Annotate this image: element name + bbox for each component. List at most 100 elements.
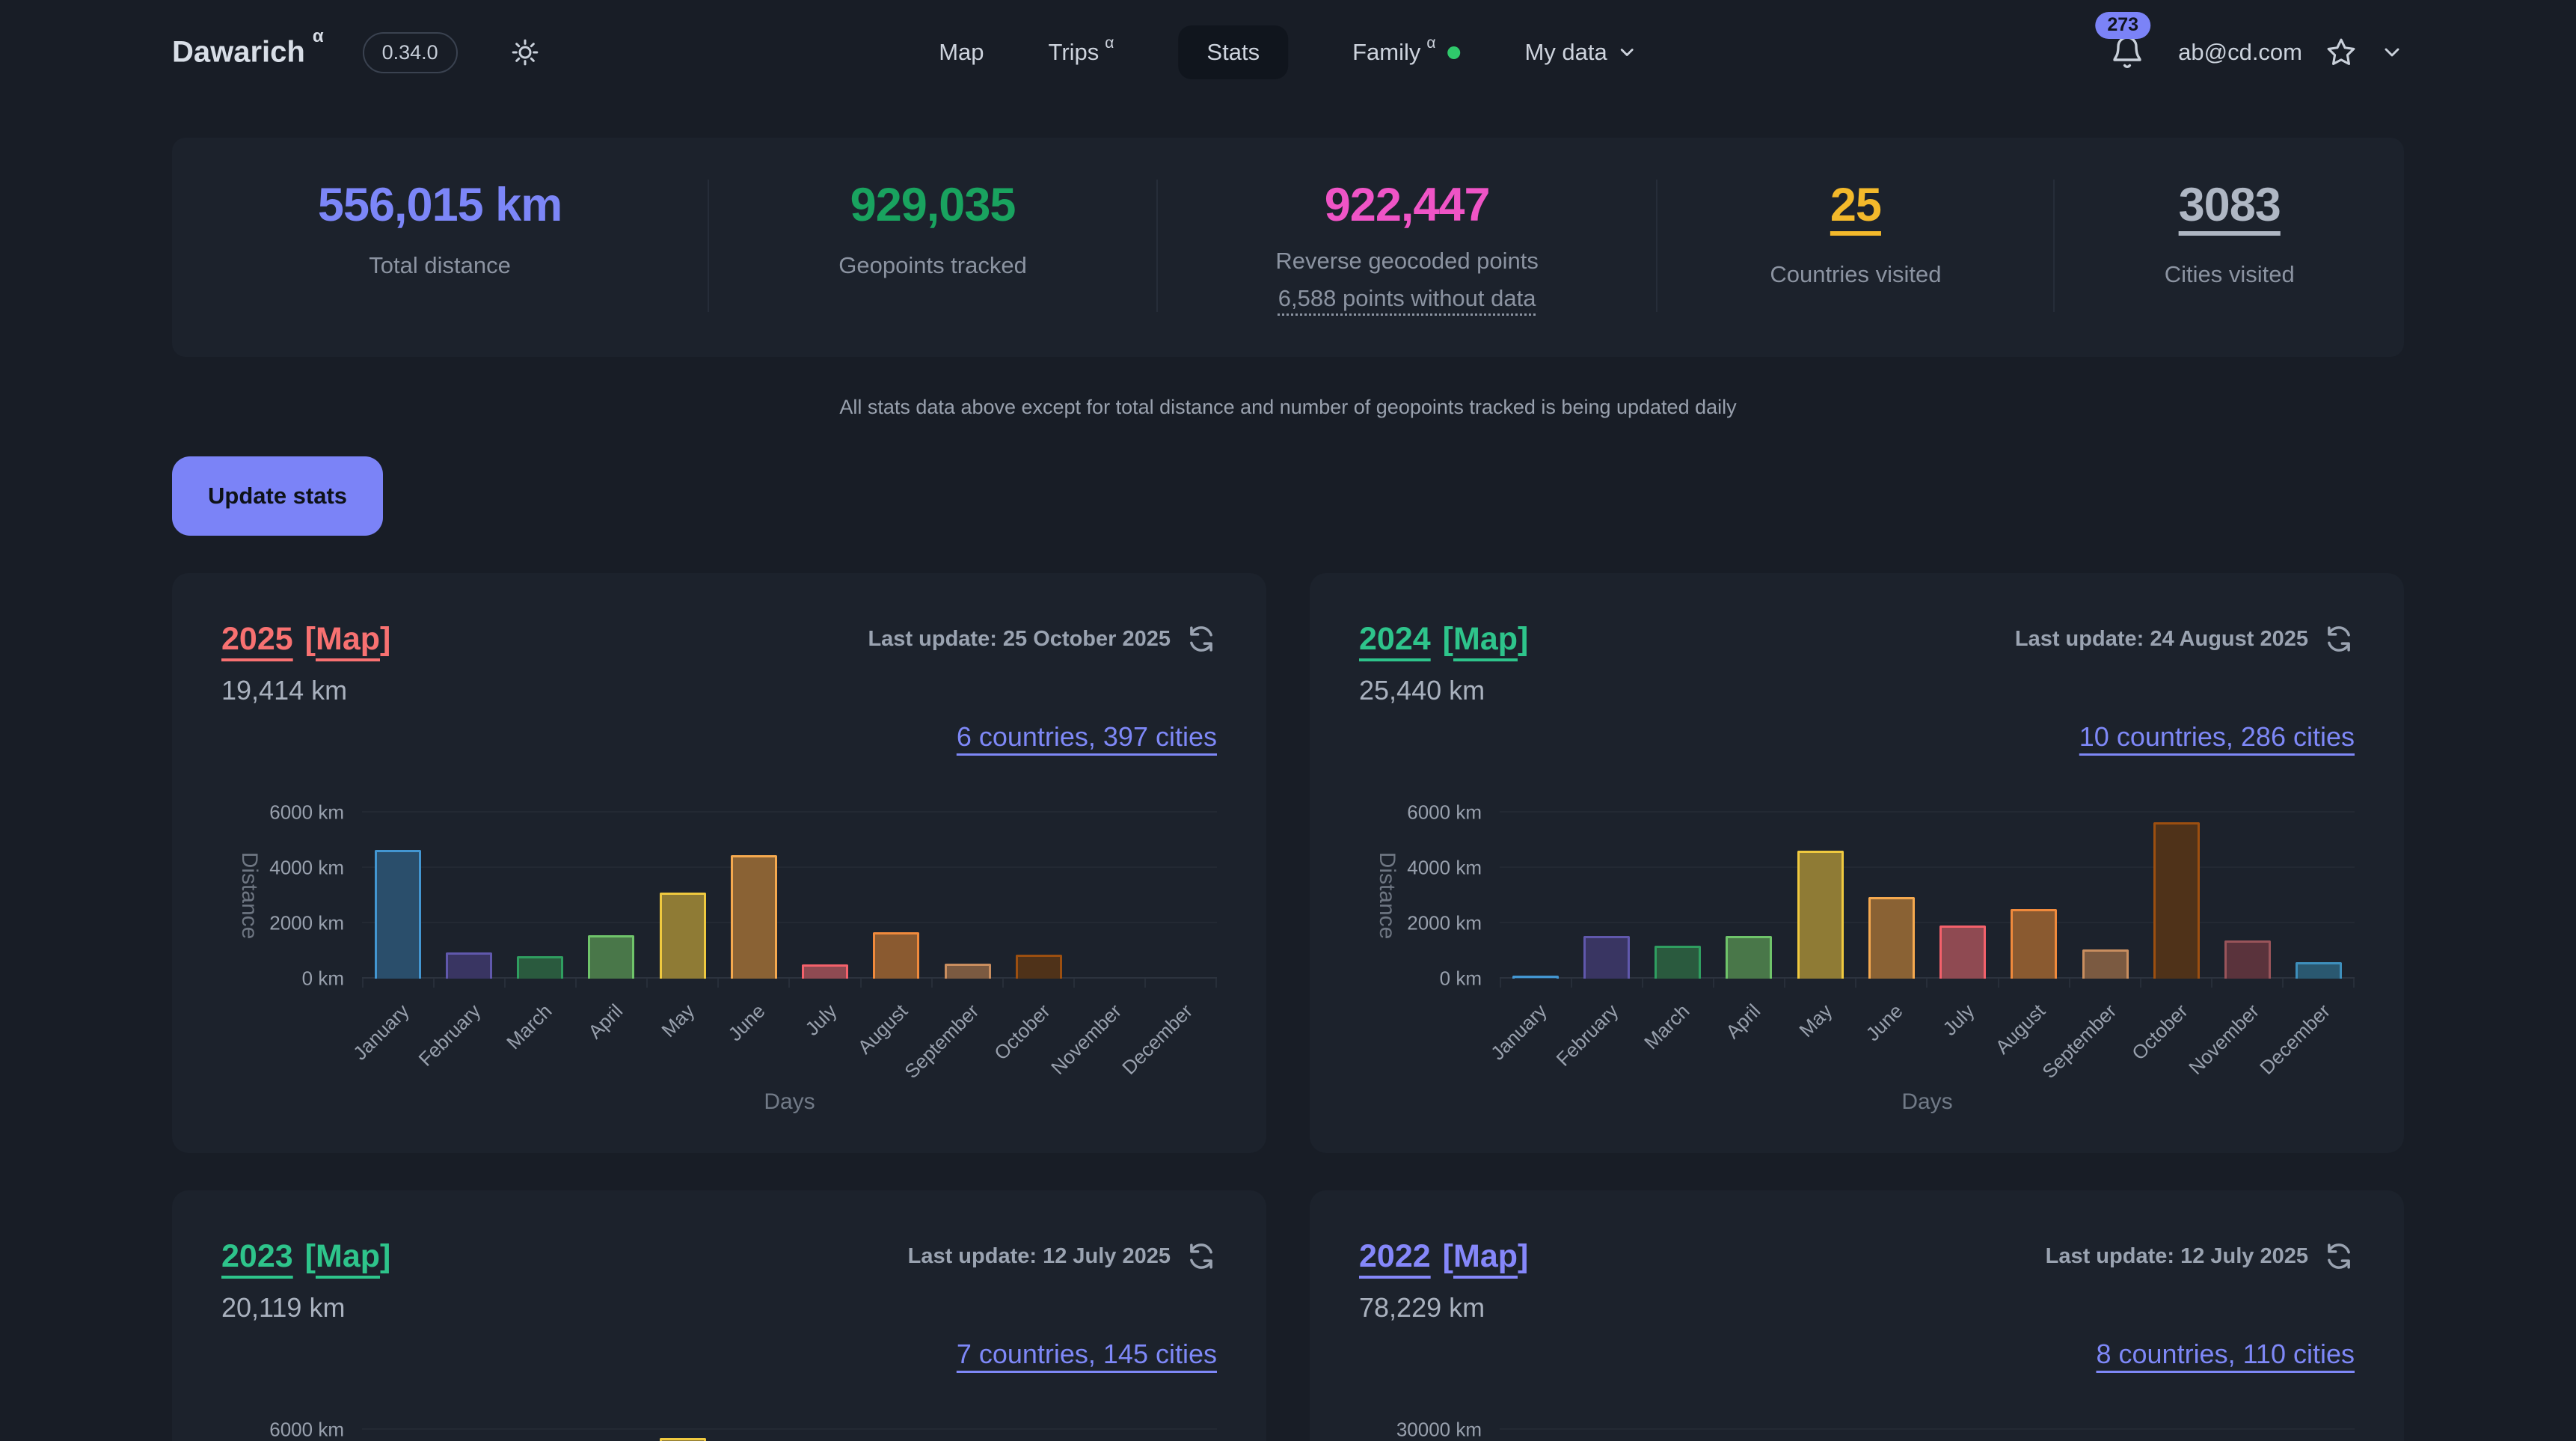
refresh-icon[interactable] (2323, 623, 2355, 655)
month-label: July (1938, 1000, 1979, 1041)
bar-august[interactable] (2011, 909, 2057, 979)
points-without-data-link[interactable]: 6,588 points without data (1278, 285, 1536, 312)
bar-may[interactable] (660, 893, 706, 979)
bell-icon (2109, 34, 2145, 70)
nav-trips[interactable]: Tripsα (1049, 39, 1114, 66)
year-card-header: 2025[Map]Last update: 25 October 2025 (221, 615, 1217, 663)
notification-badge[interactable]: 273 (2095, 12, 2150, 39)
bar-march[interactable] (1655, 946, 1701, 979)
bar-july[interactable] (802, 964, 848, 979)
map-link-2022[interactable]: [Map] (1443, 1238, 1529, 1275)
year-links: 2023 [Map] (221, 1238, 390, 1275)
bar-september[interactable] (945, 964, 991, 979)
month-label: March (502, 1000, 556, 1054)
bar-january[interactable] (1512, 976, 1559, 979)
bar-slot (1643, 946, 1714, 979)
refresh-icon[interactable] (1186, 623, 1217, 655)
bar-january[interactable] (375, 850, 421, 979)
map-link-2025[interactable]: [Map] (305, 621, 391, 658)
bar-september[interactable] (2082, 949, 2129, 979)
main-content: 556,015 km Total distance 929,035 Geopoi… (172, 138, 2404, 1441)
brand-link[interactable]: Dawarichα (172, 35, 324, 69)
y-tick-label: 6000 km (1407, 801, 1482, 824)
map-link-2024[interactable]: [Map] (1443, 621, 1529, 658)
family-alpha-sup: α (1426, 34, 1435, 52)
month-label: February (1551, 1000, 1622, 1071)
x-tick (577, 979, 648, 988)
bar-november[interactable] (2224, 940, 2271, 979)
y-tick-label: 6000 km (269, 1419, 344, 1441)
x-tick (435, 979, 506, 988)
nav-family[interactable]: Familyα (1352, 39, 1460, 66)
theme-toggle-button[interactable] (510, 37, 540, 67)
nav-mydata[interactable]: My data (1525, 39, 1637, 66)
countries-cities-link[interactable]: 6 countries, 397 cities (957, 721, 1217, 752)
bar-august[interactable] (873, 932, 919, 979)
month-label: June (1862, 1000, 1908, 1046)
favorites-button[interactable] (2325, 36, 2358, 69)
stat-value-total-distance: 556,015 km (187, 180, 693, 231)
x-axis-title: Days (362, 1089, 1217, 1115)
chart-plot: 0 km2000 km4000 km6000 km (1500, 813, 2355, 979)
year-link-2025[interactable]: 2025 (221, 621, 293, 658)
countries-cities-link[interactable]: 8 countries, 110 cities (2096, 1338, 2355, 1369)
user-email[interactable]: ab@cd.com (2178, 39, 2302, 66)
month-label: November (1046, 1000, 1126, 1080)
countries-cities-link[interactable]: 10 countries, 286 cities (2079, 721, 2355, 752)
account-menu-button[interactable] (2380, 40, 2404, 64)
brand-title: Dawarich (172, 36, 305, 69)
chart-plot: 6000 km (362, 1430, 1217, 1441)
year-distance: 20,119 km (221, 1292, 1217, 1325)
bar-slot (1999, 909, 2070, 979)
stat-value-cities: 3083 (2070, 180, 2388, 231)
x-tick (1785, 979, 1856, 988)
month-label: August (853, 1000, 913, 1059)
nav-stats[interactable]: Stats (1178, 25, 1288, 79)
year-link-2022[interactable]: 2022 (1359, 1238, 1431, 1275)
year-card-header: 2022[Map]Last update: 12 July 2025 (1359, 1232, 2355, 1280)
year-link-2023[interactable]: 2023 (221, 1238, 293, 1275)
refresh-icon[interactable] (2323, 1240, 2355, 1272)
navbar: Dawarichα 0.34.0 Map Tripsα Stats Family… (172, 0, 2404, 105)
x-tick (1643, 979, 1714, 988)
y-tick-label: 0 km (1440, 967, 1482, 991)
x-labels: JanuaryFebruaryMarchAprilMayJuneJulyAugu… (362, 988, 1217, 1086)
map-link-2023[interactable]: [Map] (305, 1238, 391, 1275)
bar-slot (1003, 955, 1074, 979)
update-stats-button[interactable]: Update stats (172, 456, 383, 536)
bar-october[interactable] (2153, 822, 2200, 979)
chart-bars (362, 813, 1217, 979)
bar-may[interactable] (1797, 851, 1844, 979)
bar-april[interactable] (1726, 936, 1772, 979)
bar-december[interactable] (2296, 962, 2342, 979)
chart-bars (362, 1430, 1217, 1441)
bar-june[interactable] (1868, 897, 1915, 979)
brand-alpha-sup: α (313, 26, 324, 46)
refresh-icon[interactable] (1186, 1240, 1217, 1272)
y-axis-title: Distance (236, 852, 262, 940)
bar-may[interactable] (660, 1438, 706, 1441)
last-update: Last update: 12 July 2025 (908, 1240, 1217, 1272)
countries-cities-link[interactable]: 7 countries, 145 cities (957, 1338, 1217, 1369)
year-distance: 78,229 km (1359, 1292, 2355, 1325)
bar-june[interactable] (731, 855, 777, 979)
bar-july[interactable] (1939, 926, 1986, 979)
x-tick (2212, 979, 2284, 988)
bar-march[interactable] (517, 956, 563, 979)
chevron-down-icon (2380, 40, 2404, 64)
year-chart: Distance30000 kmJanuaryFebruaryMarchApri… (1359, 1430, 2355, 1441)
bar-slot (1785, 851, 1856, 979)
chart-bars (1500, 813, 2355, 979)
bar-october[interactable] (1016, 955, 1062, 979)
notifications-button[interactable]: 273 (2109, 34, 2145, 70)
bar-april[interactable] (588, 935, 634, 979)
bar-february[interactable] (1583, 936, 1630, 979)
x-tick (719, 979, 790, 988)
year-distance: 25,440 km (1359, 675, 2355, 708)
year-link-2024[interactable]: 2024 (1359, 621, 1431, 658)
bar-february[interactable] (446, 952, 492, 979)
x-axis-title: Days (1500, 1089, 2355, 1115)
nav-map[interactable]: Map (939, 39, 984, 66)
stat-value-countries: 25 (1672, 180, 2038, 231)
last-update-label: Last update: 12 July 2025 (908, 1244, 1171, 1269)
